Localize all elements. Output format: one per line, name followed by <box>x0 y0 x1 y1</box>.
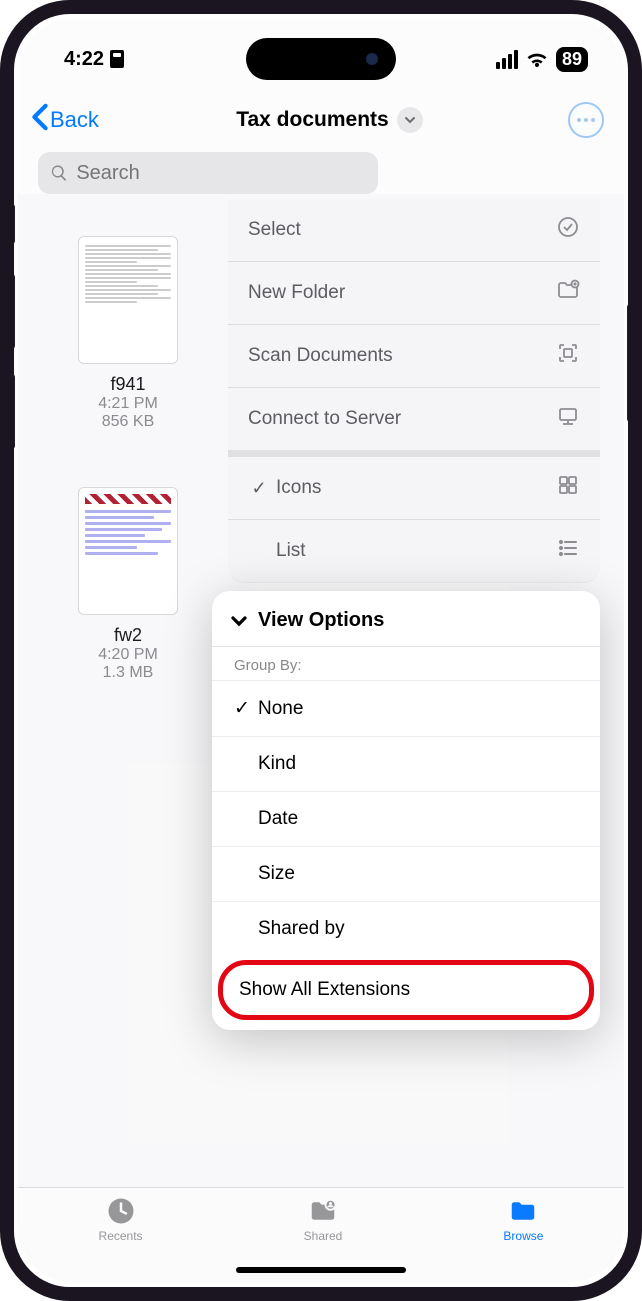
menu-scan-documents[interactable]: Scan Documents <box>228 325 600 388</box>
back-label: Back <box>50 107 99 133</box>
menu-view-list[interactable]: List <box>228 520 600 582</box>
show-all-extensions[interactable]: Show All Extensions <box>218 960 594 1020</box>
context-menu-top: Select New Folder Scan Documents Connect… <box>228 199 600 583</box>
back-button[interactable]: Back <box>30 103 99 137</box>
file-name: fw2 <box>114 625 142 646</box>
group-kind[interactable]: Kind <box>212 736 600 791</box>
file-thumbnail <box>78 487 178 615</box>
select-circle-icon <box>556 215 580 245</box>
server-icon <box>556 404 580 434</box>
menu-connect-server[interactable]: Connect to Server <box>228 388 600 457</box>
file-size: 856 KB <box>102 413 154 431</box>
tab-shared[interactable]: Shared <box>304 1196 343 1243</box>
new-folder-icon <box>556 278 580 308</box>
file-time: 4:20 PM <box>98 646 158 664</box>
page-title: Tax documents <box>236 108 388 132</box>
clock-icon <box>105 1196 137 1226</box>
wifi-icon <box>526 51 548 67</box>
group-none[interactable]: ✓ None <box>212 680 600 736</box>
title-dropdown-button[interactable] <box>397 107 423 133</box>
dynamic-island <box>246 38 396 80</box>
group-by-label: Group By: <box>212 647 600 680</box>
sim-icon <box>110 50 124 68</box>
shared-folder-icon <box>307 1196 339 1226</box>
view-options-popover: View Options Group By: ✓ None Kind Date … <box>212 591 600 1030</box>
search-field[interactable] <box>38 152 378 194</box>
tab-recents[interactable]: Recents <box>99 1196 143 1243</box>
list-icon <box>556 536 580 566</box>
more-button[interactable] <box>568 102 604 138</box>
chevron-left-icon <box>30 103 50 137</box>
tab-browse[interactable]: Browse <box>503 1196 543 1243</box>
file-item[interactable]: f941 4:21 PM 856 KB <box>38 236 218 431</box>
search-input[interactable] <box>76 162 365 185</box>
menu-view-icons[interactable]: ✓ Icons <box>228 457 600 520</box>
cellular-icon <box>496 50 518 69</box>
group-size[interactable]: Size <box>212 846 600 901</box>
chevron-down-icon <box>230 615 248 627</box>
grid-icon <box>556 473 580 503</box>
battery-icon: 89 <box>556 47 588 72</box>
file-item[interactable]: fw2 4:20 PM 1.3 MB <box>38 487 218 682</box>
view-options-header[interactable]: View Options <box>212 591 600 647</box>
home-indicator[interactable] <box>236 1267 406 1273</box>
folder-icon <box>507 1196 539 1226</box>
file-thumbnail <box>78 236 178 364</box>
checkmark-icon: ✓ <box>248 478 270 499</box>
nav-bar: Back Tax documents <box>18 78 624 152</box>
file-time: 4:21 PM <box>98 395 158 413</box>
menu-new-folder[interactable]: New Folder <box>228 262 600 325</box>
scan-icon <box>556 341 580 371</box>
group-date[interactable]: Date <box>212 791 600 846</box>
menu-select[interactable]: Select <box>228 199 600 262</box>
file-size: 1.3 MB <box>103 664 154 682</box>
file-name: f941 <box>110 374 145 395</box>
group-shared-by[interactable]: Shared by <box>212 901 600 956</box>
search-icon <box>50 163 68 183</box>
status-time: 4:22 <box>64 48 104 71</box>
checkmark-icon: ✓ <box>234 697 258 720</box>
